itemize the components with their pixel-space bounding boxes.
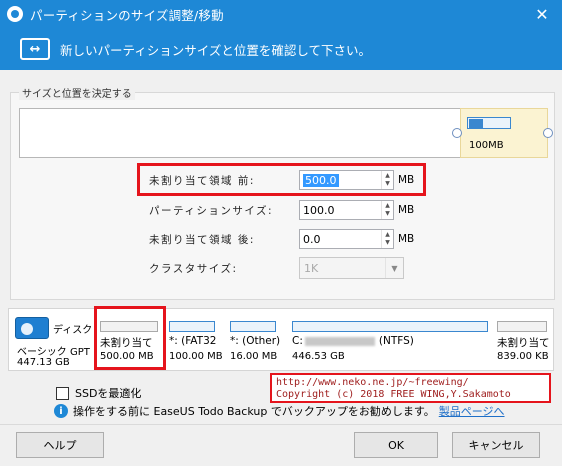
partition-size: 839.00 KB [497,351,549,362]
unalloc-after-value[interactable]: 0.0 [303,233,321,246]
partition-layout-bar[interactable]: 100MB [19,108,553,158]
unit-label: MB [398,204,415,216]
unalloc-after-label: 未割り当て領域 後: [149,233,255,246]
ssd-optimize-checkbox[interactable] [56,386,69,400]
chevron-down-icon: ▼ [385,258,403,278]
resize-arrows-icon: ↔ [20,38,50,60]
spinner-arrows-icon[interactable]: ▲ ▼ [381,230,393,248]
partition-size-value[interactable]: 100.0 [303,204,335,217]
header-text: 新しいパーティションサイズと位置を確認して下さい。 [60,42,372,58]
disk-info[interactable]: ディスク ベーシック GPT 447.13 GB [9,309,99,372]
cluster-size-row: クラスタサイズ: 1K ▼ [149,257,404,279]
partition-label: C: (NTFS) [292,335,414,347]
copyright-overlay: http://www.neko.ne.jp/~freewing/ Copyrig… [270,373,551,403]
partition-size: 446.53 GB [292,351,345,362]
partition-usage-bar [467,117,511,129]
highlight-unalloc-before [137,163,426,196]
size-position-group: サイズと位置を決定する 100MB 未割り当て領域 前: 500.0 ▲ ▼ MB… [10,85,555,300]
partition-bar [169,321,215,332]
partition-bar [230,321,276,332]
highlight-unalloc-partition [94,306,166,370]
partition-label: 未割り当て [497,337,550,349]
spinner-arrows-icon[interactable]: ▲ ▼ [381,201,393,219]
copyright-url: http://www.neko.ne.jp/~freewing/ [276,377,469,388]
ssd-optimize-label: SSDを最適化 [75,387,142,400]
close-icon[interactable]: ✕ [522,0,562,28]
partition-bar [497,321,547,332]
partition-size-row: パーティションサイズ: 100.0 ▲ ▼ MB [149,199,414,221]
disk-type: ベーシック GPT [17,347,90,358]
unalloc-after-input[interactable]: 0.0 ▲ ▼ [299,229,394,249]
window-title: パーティションのサイズ調整/移動 [30,7,224,23]
partition-label: *: (Other) [230,335,281,347]
ssd-optimize-option[interactable]: SSDを最適化 [56,385,141,401]
partition-unallocated-2[interactable]: 未割り当て 839.00 KB [494,315,554,367]
disk-icon [15,317,49,339]
disk-name: ディスク [53,325,93,336]
partition-size-input[interactable]: 100.0 ▲ ▼ [299,200,394,220]
partition-other[interactable]: *: (Other) 16.00 MB [227,315,287,367]
disk-size: 447.13 GB [17,357,70,368]
help-button[interactable]: ヘルプ [16,432,104,458]
partition-size: 100.00 MB [169,351,223,362]
right-resize-handle[interactable] [543,128,553,138]
partition-fat32[interactable]: *: (FAT32 100.00 MB [166,315,223,367]
redacted-name [304,336,375,346]
unalloc-after-row: 未割り当て領域 後: 0.0 ▲ ▼ MB [149,228,414,250]
backup-info-text: 操作をする前に EaseUS Todo Backup でバックアップをお勧めしま… [73,405,435,418]
partition-block[interactable]: 100MB [460,108,548,158]
partition-size: 16.00 MB [230,351,278,362]
unit-label: MB [398,233,415,245]
partition-bar [292,321,488,332]
partition-size-label: パーティションサイズ: [149,204,274,217]
cluster-size-value: 1K [304,261,319,275]
cancel-button[interactable]: キャンセル [452,432,540,458]
header-band: ↔ 新しいパーティションサイズと位置を確認して下さい。 [0,28,562,70]
title-bar: パーティションのサイズ調整/移動 ✕ [0,0,562,28]
info-icon: i [54,404,68,418]
partition-size-label: 100MB [469,140,504,151]
cluster-size-select: 1K ▼ [299,257,404,279]
partition-ntfs[interactable]: C: (NTFS) 446.53 GB [289,315,489,367]
group-label: サイズと位置を決定する [19,85,135,100]
copyright-text: Copyright (c) 2018 FREE WING,Y.Sakamoto [276,389,511,400]
cluster-size-label: クラスタサイズ: [149,262,238,275]
ok-button[interactable]: OK [354,432,438,458]
disk-map: ディスク ベーシック GPT 447.13 GB 未割り当て 500.00 MB… [8,308,554,371]
product-page-link[interactable]: 製品ページへ [439,403,505,419]
partition-label: *: (FAT32 [169,335,217,347]
left-resize-handle[interactable] [452,128,462,138]
app-icon [7,6,23,22]
button-bar: ヘルプ OK キャンセル [0,424,562,466]
backup-info: i 操作をする前に EaseUS Todo Backup でバックアップをお勧め… [54,403,505,419]
